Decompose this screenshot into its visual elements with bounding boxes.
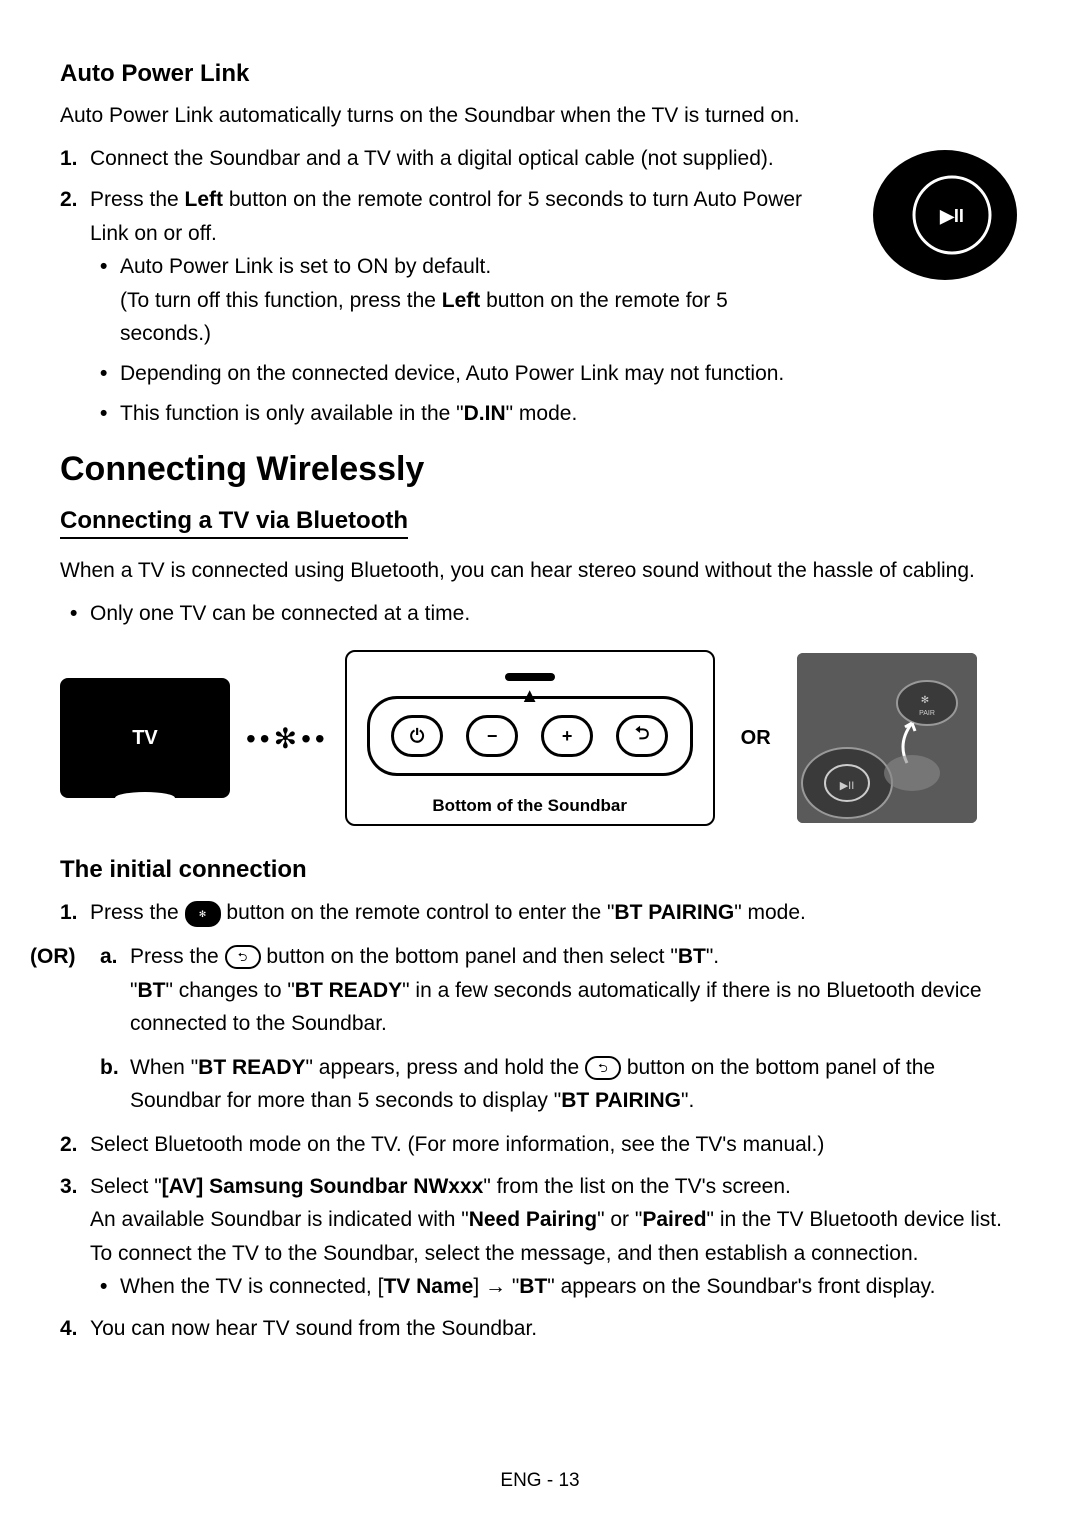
ic-step-a: a. Press the ⮌ button on the bottom pane… <box>130 940 1020 1041</box>
remote-pair-illustration: ▶II ✻ PAIR <box>797 653 977 823</box>
or-label: OR <box>741 727 771 750</box>
minus-icon: − <box>466 715 518 757</box>
source-button-icon: ⮌ <box>225 945 261 969</box>
apl-bullet-3: This function is only available in the "… <box>120 397 820 431</box>
ic-step-3: 3. Select "[AV] Samsung Soundbar NWxxx" … <box>90 1170 1020 1304</box>
apl-step-2: 2. Press the Left button on the remote c… <box>90 183 1020 430</box>
apl-bullet-1: Auto Power Link is set to ON by default.… <box>120 250 820 351</box>
source-button-icon: ⮌ <box>585 1056 621 1080</box>
initial-connection-steps: 1. Press the ✻ button on the remote cont… <box>60 896 1020 1345</box>
connecting-tv-bt-heading: Connecting a TV via Bluetooth <box>60 507 408 539</box>
soundbar-caption: Bottom of the Soundbar <box>357 796 703 816</box>
cw-intro: When a TV is connected using Bluetooth, … <box>60 555 1020 587</box>
connecting-wirelessly-heading: Connecting Wirelessly <box>60 450 1020 489</box>
apl-step-1: 1. Connect the Soundbar and a TV with a … <box>90 142 1020 176</box>
auto-power-link-heading: Auto Power Link <box>60 60 1020 88</box>
ic-step-1: 1. Press the ✻ button on the remote cont… <box>90 896 1020 1118</box>
svg-text:▶II: ▶II <box>839 780 854 792</box>
apl-bullet-2: Depending on the connected device, Auto … <box>120 357 820 391</box>
ic-step-2: 2. Select Bluetooth mode on the TV. (For… <box>90 1128 1020 1162</box>
svg-text:PAIR: PAIR <box>919 710 935 717</box>
cw-bullets: Only one TV can be connected at a time. <box>60 597 1020 631</box>
svg-text:✻: ✻ <box>920 695 928 706</box>
tv-illustration: TV <box>60 678 230 798</box>
source-icon: ⮌ <box>616 715 668 757</box>
power-icon: ⏻ <box>391 715 443 757</box>
apl-sub-bullets: Auto Power Link is set to ON by default.… <box>90 250 820 430</box>
soundbar-illustration: ▲ ⏻ − + ⮌ Bottom of the Soundbar <box>345 650 715 826</box>
ic-step-b: b. When "BT READY" appears, press and ho… <box>130 1051 1020 1118</box>
ic-step3-bullet: When the TV is connected, [TV Name] → "B… <box>120 1270 1020 1304</box>
initial-connection-heading: The initial connection <box>60 856 1020 884</box>
auto-power-link-section: Auto Power Link Auto Power Link automati… <box>60 60 1020 430</box>
or-indicator: (OR) <box>30 940 76 974</box>
ic-step3-bullets: When the TV is connected, [TV Name] → "B… <box>90 1270 1020 1304</box>
ic-or-steps: (OR) a. Press the ⮌ button on the bottom… <box>90 940 1020 1118</box>
bluetooth-icon: ••✻•• <box>246 722 329 755</box>
auto-power-link-intro: Auto Power Link automatically turns on t… <box>60 100 1020 132</box>
page-footer: ENG - 13 <box>0 1470 1080 1492</box>
ic-step-4: 4. You can now hear TV sound from the So… <box>90 1312 1020 1346</box>
pair-button-icon: ✻ <box>185 901 221 927</box>
cw-bullet-1: Only one TV can be connected at a time. <box>90 597 1020 631</box>
plus-icon: + <box>541 715 593 757</box>
auto-power-link-steps: 1. Connect the Soundbar and a TV with a … <box>60 142 1020 431</box>
bt-connection-diagram: TV ••✻•• ▲ ⏻ − + ⮌ Bottom of the Soundba… <box>60 650 1020 826</box>
